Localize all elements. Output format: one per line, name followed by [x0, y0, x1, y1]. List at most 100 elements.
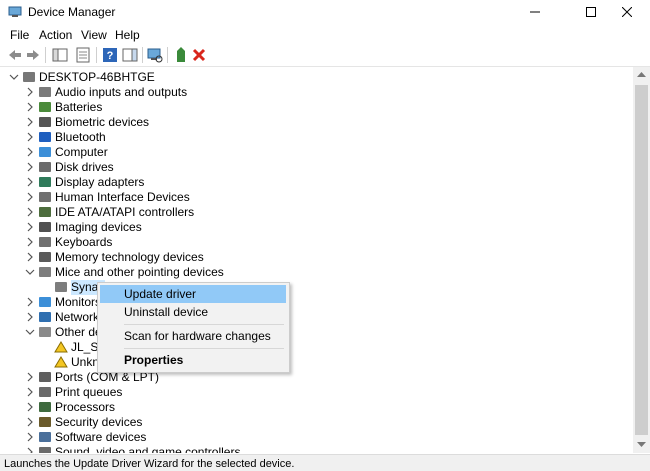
update-driver-menu-item[interactable]: Update driver	[100, 285, 286, 303]
uninstall-device-menu-item[interactable]: Uninstall device	[100, 303, 286, 321]
device-category[interactable]: Bluetooth	[0, 130, 620, 145]
maximize-icon	[586, 7, 596, 17]
back-icon[interactable]	[7, 47, 23, 63]
network-icon	[39, 312, 51, 322]
device-category[interactable]: Memory technology devices	[0, 250, 620, 265]
device-item[interactable]: Synap	[0, 280, 620, 295]
show-hide-console-tree-icon[interactable]	[52, 47, 68, 63]
mouse-icon	[55, 282, 67, 292]
battery-icon	[39, 102, 51, 112]
tree-item-label: Keyboards	[55, 235, 113, 249]
device-category[interactable]: Monitors	[0, 295, 620, 310]
expand-chevron-icon[interactable]	[25, 416, 35, 428]
close-button[interactable]	[604, 0, 650, 24]
context-menu: Update driver Uninstall device Scan for …	[97, 282, 290, 373]
minimize-button[interactable]	[512, 0, 558, 24]
scan-hardware-menu-item[interactable]: Scan for hardware changes	[100, 327, 286, 345]
warning-device-icon	[54, 341, 68, 353]
action-pane-icon[interactable]	[122, 47, 138, 63]
collapse-chevron-icon[interactable]	[25, 326, 35, 338]
security-icon	[39, 417, 51, 427]
expand-chevron-icon[interactable]	[25, 116, 35, 128]
device-manager-icon	[8, 6, 22, 17]
tree-item-label: Computer	[55, 145, 108, 159]
expand-chevron-icon[interactable]	[25, 236, 35, 248]
expand-chevron-icon[interactable]	[25, 386, 35, 398]
device-category[interactable]: Mice and other pointing devices	[0, 265, 620, 280]
add-driver-icon[interactable]	[173, 47, 189, 63]
expand-chevron-icon[interactable]	[25, 371, 35, 383]
device-category[interactable]: Network	[0, 310, 620, 325]
collapse-chevron-icon[interactable]	[9, 71, 19, 83]
expand-chevron-icon[interactable]	[25, 221, 35, 233]
device-category[interactable]: Biometric devices	[0, 115, 620, 130]
device-item[interactable]: JL_SP	[0, 340, 620, 355]
tree-item-label: Print queues	[55, 385, 123, 399]
device-manager-window: Device Manager File Action View Help ? D	[0, 0, 650, 471]
expand-chevron-icon[interactable]	[25, 146, 35, 158]
forward-icon[interactable]	[25, 47, 41, 63]
tree-item-label: Biometric devices	[55, 115, 150, 129]
device-category[interactable]: Keyboards	[0, 235, 620, 250]
device-category[interactable]: Disk drives	[0, 160, 620, 175]
expand-chevron-icon[interactable]	[25, 176, 35, 188]
help-icon[interactable]: ?	[102, 47, 118, 63]
properties-menu-item[interactable]: Properties	[100, 351, 286, 369]
expand-chevron-icon[interactable]	[25, 206, 35, 218]
monitor-icon	[39, 297, 51, 307]
menu-view[interactable]: View	[81, 28, 107, 42]
status-text: Launches the Update Driver Wizard for th…	[4, 458, 295, 470]
title-bar: Device Manager	[0, 0, 650, 24]
tree-item-label: Mice and other pointing devices	[55, 265, 224, 279]
close-icon	[622, 7, 632, 17]
menu-file[interactable]: File	[10, 28, 29, 42]
device-category[interactable]: Audio inputs and outputs	[0, 85, 620, 100]
fingerprint-icon	[39, 117, 51, 127]
expand-chevron-icon[interactable]	[25, 251, 35, 263]
uninstall-x-icon[interactable]	[191, 47, 207, 63]
scroll-down-icon[interactable]	[637, 442, 646, 448]
collapse-chevron-icon[interactable]	[25, 266, 35, 278]
expand-chevron-icon[interactable]	[25, 431, 35, 443]
tree-root-computer[interactable]: DESKTOP-46BHTGE	[0, 70, 620, 85]
device-category[interactable]: Batteries	[0, 100, 620, 115]
expand-chevron-icon[interactable]	[25, 161, 35, 173]
expand-chevron-icon[interactable]	[25, 131, 35, 143]
device-category[interactable]: Print queues	[0, 385, 620, 400]
expand-chevron-icon[interactable]	[25, 101, 35, 113]
vertical-scrollbar[interactable]	[633, 67, 650, 453]
device-category[interactable]: Other dev	[0, 325, 620, 340]
scroll-up-icon[interactable]	[637, 72, 646, 78]
expand-chevron-icon[interactable]	[25, 311, 35, 323]
device-category[interactable]: Software devices	[0, 430, 620, 445]
device-category[interactable]: Ports (COM & LPT)	[0, 370, 620, 385]
menu-action[interactable]: Action	[39, 28, 72, 42]
device-category[interactable]: Human Interface Devices	[0, 190, 620, 205]
device-item[interactable]: Unkn	[0, 355, 620, 370]
scan-hardware-icon[interactable]	[147, 47, 163, 63]
device-category[interactable]: Display adapters	[0, 175, 620, 190]
device-category[interactable]: Sound, video and game controllers	[0, 445, 620, 453]
tree-item-label: Imaging devices	[55, 220, 142, 234]
device-category[interactable]: IDE ATA/ATAPI controllers	[0, 205, 620, 220]
hid-icon	[39, 192, 51, 202]
unknown-device-icon	[39, 327, 51, 337]
sound-icon	[39, 447, 51, 453]
device-category[interactable]: Imaging devices	[0, 220, 620, 235]
device-category[interactable]: Security devices	[0, 415, 620, 430]
device-category[interactable]: Computer	[0, 145, 620, 160]
scrollbar-thumb[interactable]	[635, 85, 648, 435]
toolbar-divider	[142, 47, 143, 63]
expand-chevron-icon[interactable]	[25, 446, 35, 453]
tree-item-label: Memory technology devices	[55, 250, 204, 264]
expand-chevron-icon[interactable]	[25, 401, 35, 413]
mouse-icon	[39, 267, 51, 277]
expand-chevron-icon[interactable]	[25, 191, 35, 203]
tree-item-label: Software devices	[55, 430, 147, 444]
device-category[interactable]: Processors	[0, 400, 620, 415]
expand-chevron-icon[interactable]	[25, 86, 35, 98]
expand-chevron-icon[interactable]	[25, 296, 35, 308]
properties-view-icon[interactable]	[75, 47, 91, 63]
menu-help[interactable]: Help	[115, 28, 140, 42]
update-driver-label: Update driver	[124, 287, 197, 301]
